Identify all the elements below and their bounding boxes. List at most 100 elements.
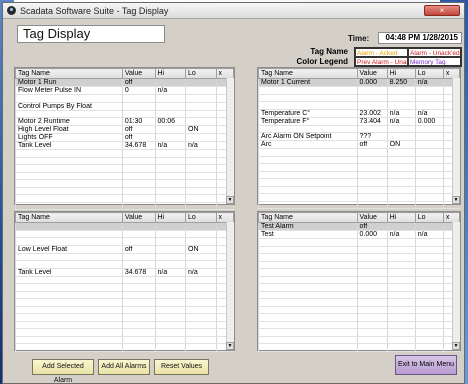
table-row[interactable]: Flow Meter Pulse IN 0 n/a	[15, 86, 234, 95]
table-row[interactable]	[258, 238, 460, 247]
scroll-down-arrow-icon[interactable]: ▼	[226, 342, 234, 350]
col-header-value[interactable]: Value	[356, 68, 388, 79]
col-header-tag-name[interactable]: Tag Name	[258, 212, 358, 223]
table-row[interactable]	[15, 306, 234, 314]
vertical-scrollbar[interactable]: ▼	[226, 78, 234, 204]
table-row[interactable]	[15, 110, 234, 118]
table-row[interactable]: Tank Level 34.678 n/a n/a	[15, 141, 234, 150]
table-row[interactable]: Low Level Float off ON	[15, 245, 234, 254]
table-row[interactable]	[258, 125, 460, 133]
add-selected-alarm-button[interactable]: Add Selected Alarm	[32, 359, 94, 384]
table-row[interactable]: High Level Float off ON	[15, 125, 234, 134]
col-header-hi[interactable]: Hi	[386, 68, 416, 79]
table-row[interactable]: Arc off ON	[258, 140, 460, 149]
col-header-value[interactable]: Value	[356, 212, 388, 223]
table-row[interactable]: Motor 1 Current 0.000 8.250 n/a	[258, 78, 460, 87]
col-header-hi[interactable]: Hi	[154, 212, 187, 223]
table-row[interactable]	[258, 186, 460, 194]
exit-to-main-menu-button[interactable]: Exit to Main Menu	[395, 355, 457, 375]
table-row[interactable]	[258, 268, 460, 277]
col-header-tag-name[interactable]: Tag Name	[258, 68, 358, 79]
table-row[interactable]	[15, 164, 234, 173]
table-row[interactable]	[15, 291, 234, 299]
table-row[interactable]	[15, 222, 234, 231]
table-row[interactable]	[15, 260, 234, 269]
table-row[interactable]	[15, 194, 234, 203]
col-header-lo[interactable]: Lo	[185, 212, 217, 223]
table-row[interactable]	[15, 149, 234, 158]
table-row[interactable]	[258, 156, 460, 164]
table-row[interactable]	[258, 201, 460, 209]
window-close-button[interactable]: ×	[424, 5, 460, 16]
reset-values-button[interactable]: Reset Values	[154, 359, 209, 375]
vertical-scrollbar[interactable]: ▼	[226, 222, 234, 350]
table-row[interactable]	[15, 328, 234, 337]
table-row[interactable]	[258, 86, 460, 95]
table-row[interactable]	[15, 179, 234, 188]
table-row[interactable]	[258, 313, 460, 322]
col-header-lo[interactable]: Lo	[414, 212, 444, 223]
vertical-scrollbar[interactable]: ▼	[452, 78, 460, 204]
table-row[interactable]	[258, 298, 460, 307]
vertical-scrollbar[interactable]: ▼	[452, 222, 460, 350]
table-row[interactable]: Motor 2 Runtime 01:30 00:06	[15, 117, 234, 126]
table-row[interactable]	[15, 336, 234, 344]
table-row[interactable]	[15, 253, 234, 261]
col-header-hi[interactable]: Hi	[386, 212, 416, 223]
tag-panel-bottom-left[interactable]: Tag Name Value Hi Lo x Low Level Float of…	[14, 211, 235, 352]
table-row[interactable]	[258, 163, 460, 172]
table-row[interactable]: Arc Alarm ON Setpoint???	[258, 132, 460, 141]
tag-panel-top-right[interactable]: Tag Name Value Hi Lo x Motor 1 Current 0.…	[257, 67, 461, 209]
table-row[interactable]	[258, 148, 460, 157]
scroll-down-arrow-icon[interactable]: ▼	[226, 196, 234, 204]
window-titlebar[interactable]: Scadata Software Suite - Tag Display ×	[3, 3, 464, 19]
table-row[interactable]	[258, 321, 460, 329]
tag-panel-top-left[interactable]: Tag Name Value Hi Lo x Motor 1 Run off Flo…	[14, 67, 235, 210]
add-all-alarms-button[interactable]: Add All Alarms	[98, 359, 150, 375]
table-row[interactable]	[15, 276, 234, 284]
col-header-lo[interactable]: Lo	[414, 68, 444, 79]
table-row[interactable]: Lights OFF off	[15, 133, 234, 142]
table-row[interactable]: Test Alarm off	[258, 222, 460, 231]
scroll-down-arrow-icon[interactable]: ▼	[452, 196, 460, 204]
table-row[interactable]	[258, 336, 460, 344]
col-header-value[interactable]: Value	[121, 68, 156, 79]
scroll-down-arrow-icon[interactable]: ▼	[452, 342, 460, 350]
table-row[interactable]	[258, 94, 460, 102]
table-row[interactable]	[258, 306, 460, 314]
table-row[interactable]	[15, 172, 234, 180]
table-row[interactable]	[15, 283, 234, 292]
table-row[interactable]: Control Pumps By Float	[15, 102, 234, 111]
table-row[interactable]	[15, 94, 234, 103]
table-row[interactable]	[258, 328, 460, 337]
table-row[interactable]: Tank Level 34.678 n/a n/a	[15, 268, 234, 277]
table-row[interactable]	[15, 187, 234, 195]
col-header-tag-name[interactable]: Tag Name	[15, 212, 123, 223]
table-row[interactable]	[258, 253, 460, 262]
table-row[interactable]: Test 0.000 n/a n/a	[258, 230, 460, 239]
table-row[interactable]	[258, 291, 460, 299]
table-row[interactable]	[258, 178, 460, 187]
table-row[interactable]	[258, 101, 460, 110]
table-row[interactable]: Temperature F° 73.404 n/a 0.000	[258, 117, 460, 126]
table-row[interactable]	[258, 283, 460, 292]
table-row[interactable]	[258, 276, 460, 284]
table-row[interactable]	[15, 237, 234, 246]
col-header-value[interactable]: Value	[121, 212, 156, 223]
table-row[interactable]	[15, 298, 234, 307]
table-row[interactable]	[258, 343, 460, 352]
table-row[interactable]	[15, 202, 234, 210]
col-header-lo[interactable]: Lo	[185, 68, 217, 79]
tag-panel-bottom-right[interactable]: Tag Name Value Hi Lo x Test Alarm off Test…	[257, 211, 461, 352]
table-row[interactable]: Motor 1 Run off	[15, 78, 234, 87]
table-row[interactable]	[258, 261, 460, 269]
table-row[interactable]	[15, 321, 234, 329]
table-row[interactable]	[15, 313, 234, 322]
table-row[interactable]	[258, 193, 460, 202]
col-header-hi[interactable]: Hi	[154, 68, 187, 79]
table-row[interactable]	[258, 171, 460, 179]
table-row[interactable]	[15, 343, 234, 352]
table-row[interactable]	[258, 246, 460, 254]
col-header-tag-name[interactable]: Tag Name	[15, 68, 123, 79]
table-row[interactable]: Temperature C° 23.002 n/a n/a	[258, 109, 460, 118]
